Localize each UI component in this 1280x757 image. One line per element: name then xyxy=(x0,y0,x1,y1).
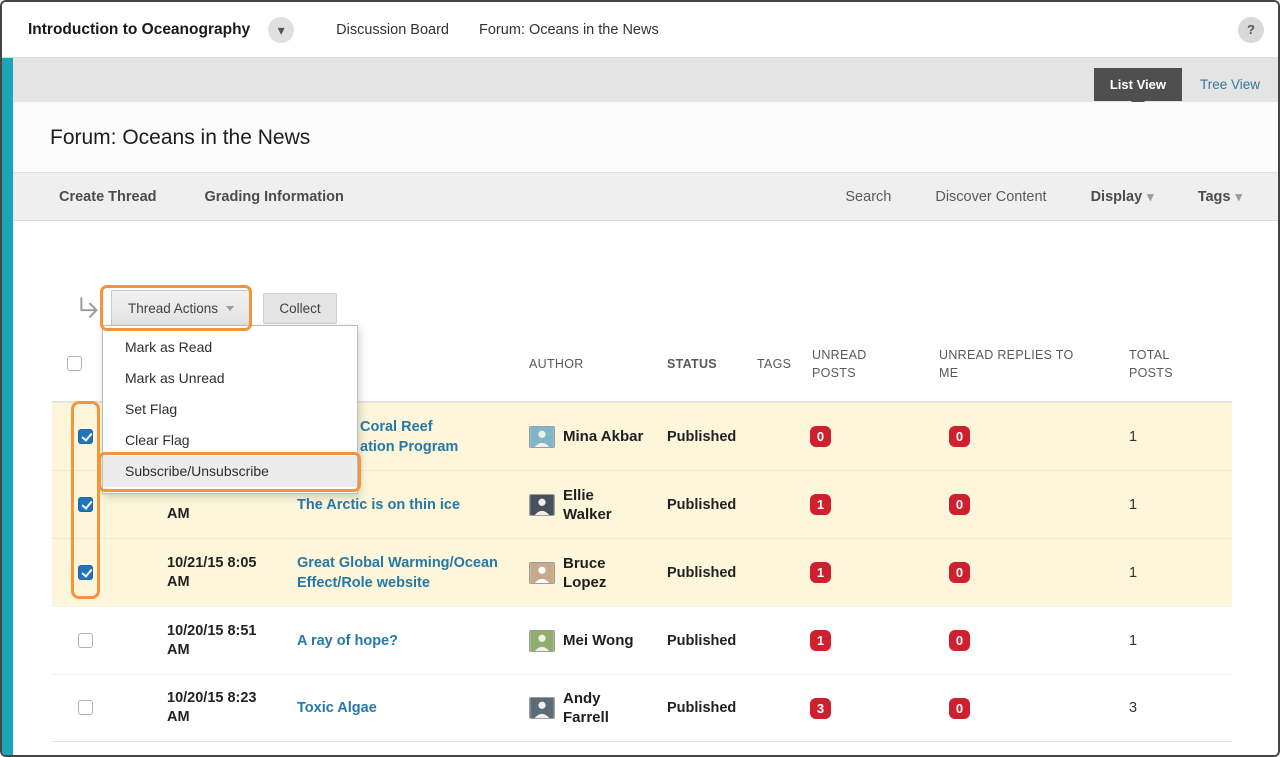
chevron-down-icon xyxy=(226,306,234,311)
row-checkbox[interactable] xyxy=(78,429,93,444)
total-posts: 1 xyxy=(1127,565,1232,581)
avatar xyxy=(529,630,555,652)
thread-status: Published xyxy=(667,497,757,513)
author-name: AndyFarrell xyxy=(563,689,609,727)
menu-item-clear-flag[interactable]: Clear Flag xyxy=(103,425,357,456)
thread-status: Published xyxy=(667,565,757,581)
total-posts: 1 xyxy=(1127,429,1232,445)
total-posts: 3 xyxy=(1127,700,1232,716)
thread-link[interactable]: The Arctic is on thin ice xyxy=(297,495,529,515)
unread-replies-badge: 0 xyxy=(949,698,970,719)
action-bar-right: Search Discover Content Display▾ Tags▾ xyxy=(845,189,1242,205)
avatar xyxy=(529,562,555,584)
unread-posts-badge: 1 xyxy=(810,562,831,583)
table-row: 10/20/15 8:51AM A ray of hope? Mei Wong … xyxy=(52,606,1232,674)
unread-posts-badge: 1 xyxy=(810,494,831,515)
help-icon: ? xyxy=(1247,22,1255,37)
thread-link[interactable]: A ray of hope? xyxy=(297,631,529,651)
row-checkbox[interactable] xyxy=(78,633,93,648)
column-header-tags[interactable]: TAGS xyxy=(757,357,791,371)
author-name: Mina Akbar xyxy=(563,427,643,446)
discussion-board-app: Introduction to Oceanography ▾ Discussio… xyxy=(0,0,1280,757)
menu-item-mark-as-read[interactable]: Mark as Read xyxy=(103,332,357,363)
thread-status: Published xyxy=(667,700,757,716)
table-row: 10/20/15 8:23AM Toxic Algae AndyFarrell … xyxy=(52,674,1232,742)
author-name: BruceLopez xyxy=(563,554,606,592)
column-header-total-posts[interactable]: TOTAL POSTS xyxy=(1129,346,1189,382)
unread-replies-badge: 0 xyxy=(949,494,970,515)
menu-item-mark-as-unread[interactable]: Mark as Unread xyxy=(103,363,357,394)
display-dropdown[interactable]: Display▾ xyxy=(1091,189,1154,205)
unread-replies-badge: 0 xyxy=(949,426,970,447)
page-title: Forum: Oceans in the News xyxy=(13,102,1278,150)
unread-replies-badge: 0 xyxy=(949,562,970,583)
chevron-down-icon: ▾ xyxy=(1147,189,1154,204)
menu-item-subscribe-unsubscribe[interactable]: Subscribe/Unsubscribe xyxy=(103,456,357,487)
title-section: Forum: Oceans in the News xyxy=(13,102,1278,172)
list-view-button[interactable]: List View xyxy=(1094,68,1182,101)
table-row: 10/21/15 8:05AM Great Global Warming/Oce… xyxy=(52,538,1232,606)
thread-status: Published xyxy=(667,633,757,649)
grading-information-button[interactable]: Grading Information xyxy=(205,189,344,205)
action-bar-left: Create Thread Grading Information xyxy=(59,189,344,205)
total-posts: 1 xyxy=(1127,497,1232,513)
author-name: Mei Wong xyxy=(563,631,634,650)
author-name: EllieWalker xyxy=(563,486,612,524)
search-button[interactable]: Search xyxy=(845,189,891,205)
thread-actions-button[interactable]: Thread Actions xyxy=(111,290,251,326)
thread-status: Published xyxy=(667,429,757,445)
reply-arrow-icon xyxy=(77,297,103,319)
avatar xyxy=(529,494,555,516)
chevron-down-icon: ▾ xyxy=(1235,189,1242,204)
thread-list-card: Thread Actions Collect AUTHOR STATUS TAG… xyxy=(52,247,1232,742)
unread-posts-badge: 3 xyxy=(810,698,831,719)
row-checkbox[interactable] xyxy=(78,497,93,512)
breadcrumb-discussion-board[interactable]: Discussion Board xyxy=(336,22,449,38)
collect-button[interactable]: Collect xyxy=(263,293,337,324)
course-theme-stripe xyxy=(2,58,13,755)
avatar xyxy=(529,697,555,719)
column-header-author[interactable]: AUTHOR xyxy=(529,355,584,373)
create-thread-button[interactable]: Create Thread xyxy=(59,189,157,205)
select-all-checkbox[interactable] xyxy=(67,356,82,371)
thread-date: 10/21/15 8:05AM xyxy=(167,554,297,592)
chevron-down-icon: ▾ xyxy=(278,23,285,37)
row-checkbox[interactable] xyxy=(78,565,93,580)
tags-dropdown[interactable]: Tags▾ xyxy=(1198,189,1242,205)
breadcrumb: Discussion Board Forum: Oceans in the Ne… xyxy=(336,22,659,38)
unread-replies-badge: 0 xyxy=(949,630,970,651)
row-checkbox[interactable] xyxy=(78,700,93,715)
action-bar: Create Thread Grading Information Search… xyxy=(13,172,1278,221)
unread-posts-badge: 0 xyxy=(810,426,831,447)
thread-date: 10/20/15 8:51AM xyxy=(167,622,297,660)
column-header-unread-replies[interactable]: UNREAD REPLIES TO ME xyxy=(939,346,1089,382)
avatar xyxy=(529,426,555,448)
column-header-status[interactable]: STATUS xyxy=(667,357,717,371)
thread-date: 10/20/15 8:23AM xyxy=(167,689,297,727)
total-posts: 1 xyxy=(1127,633,1232,649)
course-title: Introduction to Oceanography xyxy=(28,21,250,39)
unread-posts-badge: 1 xyxy=(810,630,831,651)
thread-link[interactable]: Toxic Algae xyxy=(297,698,529,718)
tree-view-button[interactable]: Tree View xyxy=(1200,77,1260,92)
top-header: Introduction to Oceanography ▾ Discussio… xyxy=(2,2,1278,58)
breadcrumb-forum: Forum: Oceans in the News xyxy=(479,22,659,38)
discover-content-button[interactable]: Discover Content xyxy=(935,189,1046,205)
view-toggle-bar: List View Tree View xyxy=(13,58,1278,102)
menu-item-set-flag[interactable]: Set Flag xyxy=(103,394,357,425)
thread-actions-menu: Mark as Read Mark as Unread Set Flag Cle… xyxy=(102,325,358,494)
course-menu-toggle[interactable]: ▾ xyxy=(268,17,294,43)
column-header-unread-posts[interactable]: UNREAD POSTS xyxy=(802,346,874,382)
help-button[interactable]: ? xyxy=(1238,17,1264,43)
thread-link[interactable]: Great Global Warming/OceanEffect/Role we… xyxy=(297,553,529,593)
list-toolbar: Thread Actions Collect xyxy=(77,290,1232,326)
